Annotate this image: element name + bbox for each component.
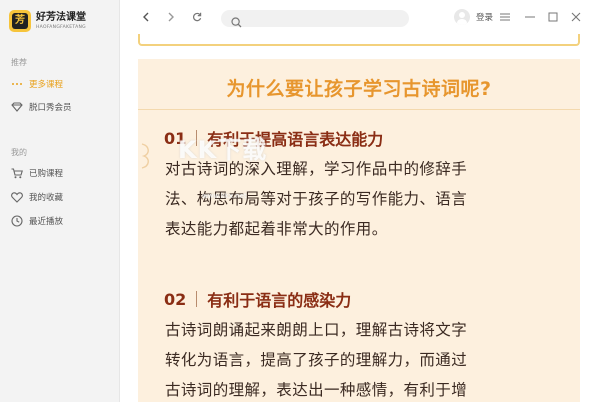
brand[interactable]: 芳 好芳法课堂 HAOFANGFAKETANG bbox=[9, 10, 86, 32]
paragraph-line: 转化为语言，提高了孩子的理解力，而通过 bbox=[165, 351, 468, 369]
forward-button[interactable] bbox=[164, 10, 178, 24]
login-label: 登录 bbox=[476, 13, 494, 23]
article-card: 为什么要让孩子学习古诗词呢? 01 有利于提高语言表达能力 对古诗词的深入理解，… bbox=[138, 59, 580, 402]
close-icon bbox=[571, 12, 581, 22]
top-bar: 登录 bbox=[121, 0, 600, 34]
previous-card bbox=[138, 34, 580, 46]
sidebar-item-label: 最近播放 bbox=[29, 217, 64, 227]
search-input[interactable] bbox=[221, 10, 409, 28]
watermark-url: www.kkx.net bbox=[202, 192, 247, 200]
menu-icon bbox=[500, 13, 510, 21]
section-heading-2: 02 有利于语言的感染力 bbox=[164, 287, 351, 311]
back-button[interactable] bbox=[139, 10, 153, 24]
sidebar-item-more-courses[interactable]: 更多课程 bbox=[11, 77, 63, 91]
section-number: 02 bbox=[164, 289, 187, 309]
section-label-recommend: 推荐 bbox=[11, 58, 27, 67]
section-number: 01 bbox=[164, 128, 187, 148]
search-icon bbox=[231, 13, 242, 32]
article-title: 为什么要让孩子学习古诗词呢? bbox=[226, 78, 492, 100]
chevron-right-icon bbox=[168, 12, 174, 22]
app-name: 好芳法课堂 bbox=[36, 11, 86, 23]
cart-icon bbox=[11, 167, 23, 179]
section-heading-1: 01 有利于提高语言表达能力 bbox=[164, 126, 383, 150]
heading-separator bbox=[196, 130, 198, 146]
sidebar-item-label: 脱口秀会员 bbox=[29, 103, 72, 113]
clock-icon bbox=[11, 215, 23, 227]
refresh-icon bbox=[193, 12, 202, 22]
section-heading-text: 有利于语言的感染力 bbox=[207, 291, 352, 310]
section-paragraph-2: 古诗词朗诵起来朗朗上口，理解古诗将文字 转化为语言，提高了孩子的理解力，而通过 … bbox=[165, 315, 577, 402]
close-button[interactable] bbox=[569, 10, 583, 24]
sidebar-item-recent[interactable]: 最近播放 bbox=[11, 214, 63, 228]
heading-separator bbox=[196, 291, 198, 307]
ornament-icon bbox=[141, 143, 149, 169]
sidebar-item-label: 更多课程 bbox=[29, 80, 64, 90]
maximize-button[interactable] bbox=[546, 10, 560, 24]
app-subtitle: HAOFANGFAKETANG bbox=[36, 24, 86, 30]
avatar bbox=[454, 9, 470, 25]
minimize-icon bbox=[525, 16, 535, 18]
dots-icon bbox=[11, 78, 23, 90]
paragraph-line: 古诗词的理解，表达出一种感情，有利于增 bbox=[165, 381, 468, 399]
login-button[interactable]: 登录 bbox=[454, 9, 493, 25]
chevron-left-icon bbox=[143, 12, 149, 22]
minimize-button[interactable] bbox=[523, 10, 537, 24]
refresh-button[interactable] bbox=[190, 10, 204, 24]
sidebar-item-talkshow-member[interactable]: 脱口秀会员 bbox=[11, 100, 72, 114]
logo-char: 芳 bbox=[12, 13, 28, 29]
section-heading-text: 有利于提高语言表达能力 bbox=[207, 130, 384, 149]
paragraph-line: 对古诗词的深入理解，学习作品中的修辞手 bbox=[165, 160, 468, 178]
heart-icon bbox=[11, 191, 23, 203]
sidebar-item-label: 我的收藏 bbox=[29, 193, 64, 203]
content-area[interactable]: 为什么要让孩子学习古诗词呢? 01 有利于提高语言表达能力 对古诗词的深入理解，… bbox=[121, 34, 600, 402]
sidebar-item-label: 已购课程 bbox=[29, 169, 64, 179]
sidebar-item-favorites[interactable]: 我的收藏 bbox=[11, 190, 63, 204]
section-label-mine: 我的 bbox=[11, 148, 27, 157]
sidebar-item-purchased[interactable]: 已购课程 bbox=[11, 166, 63, 180]
paragraph-line: 表达能力都起着非常大的作用。 bbox=[165, 220, 388, 238]
sidebar: 芳 好芳法课堂 HAOFANGFAKETANG 推荐 更多课程 脱口秀会员 我的… bbox=[0, 0, 120, 402]
maximize-icon bbox=[548, 12, 558, 22]
app-logo: 芳 bbox=[9, 10, 31, 32]
title-divider bbox=[138, 109, 580, 110]
paragraph-line: 古诗词朗诵起来朗朗上口，理解古诗将文字 bbox=[165, 321, 468, 339]
diamond-icon bbox=[11, 101, 23, 113]
menu-button[interactable] bbox=[498, 10, 512, 24]
